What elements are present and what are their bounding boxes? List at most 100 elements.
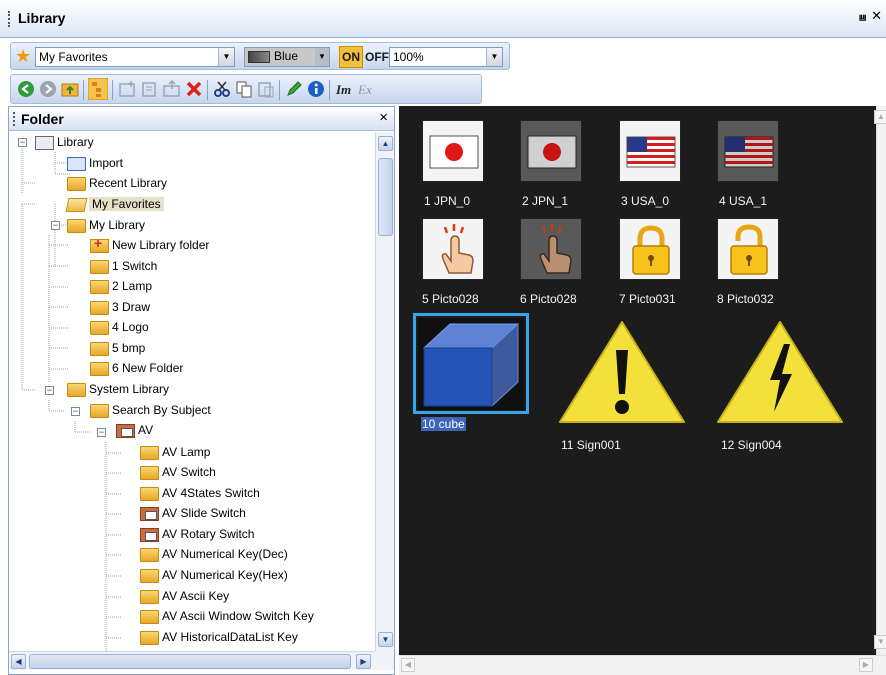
touch-hand-dark-icon [520,218,582,280]
close-icon[interactable]: × [379,109,388,126]
gallery-vertical-scrollbar[interactable]: ▲ ▼ [874,106,886,655]
folder-tree-toggle-icon[interactable] [88,78,108,100]
tree-item-av-lamp[interactable]: AV Lamp [140,442,210,462]
scroll-up-icon[interactable]: ▲ [378,136,393,151]
tree-item-av-rotary-switch[interactable]: AV Rotary Switch [140,524,254,544]
info-icon[interactable] [307,80,325,98]
close-icon[interactable]: ✕ [871,8,882,24]
folder-icon [140,630,159,645]
gallery-item[interactable]: 1 JPN_0 [422,120,502,216]
tree-item-av-historicaldatalist-key[interactable]: AV HistoricalDataList Key [140,627,298,647]
folder-horizontal-scrollbar[interactable]: ◀ ▶ [9,651,375,670]
back-icon[interactable] [17,80,35,98]
tree-item-3-draw[interactable]: 3 Draw [90,297,150,317]
forward-icon[interactable] [39,80,57,98]
favorites-star-icon: ★ [15,46,32,66]
zoom-select[interactable]: 100% ▼ [389,47,503,67]
tree-item-new-library-folder[interactable]: New Library folder [90,233,209,255]
tree-item-2-lamp[interactable]: 2 Lamp [90,276,152,296]
tree-item-av-ascii-window-switch-key[interactable]: AV Ascii Window Switch Key [140,606,314,626]
up-folder-icon[interactable] [61,80,79,98]
toolbar-separator [83,80,84,100]
color-select[interactable]: Blue ▼ [244,47,330,67]
tree-item-av-switch[interactable]: AV Switch [140,462,216,482]
scroll-right-icon[interactable]: ▶ [859,658,873,672]
gallery-item[interactable]: 5 Picto028 [422,218,502,314]
drag-grip[interactable] [13,112,15,126]
gallery-horizontal-scrollbar[interactable]: ◀ ▶ [399,655,886,675]
scroll-up-icon[interactable]: ▲ [874,110,886,124]
favorites-value: My Favorites [39,50,108,64]
library-actions-toolbar: Im Ex [10,74,482,104]
tree-item-import[interactable]: Import [67,153,123,173]
tree-item-library[interactable]: Library [35,132,94,152]
tree-item-av-numerical-key-hex[interactable]: AV Numerical Key(Hex) [140,565,288,585]
folder-icon [90,320,109,335]
scroll-down-icon[interactable]: ▼ [378,632,393,647]
copy-icon[interactable] [235,80,253,98]
tree-item-my-favorites[interactable]: My Favorites [65,194,164,214]
collapse-toggle[interactable]: − [51,221,60,230]
scroll-down-icon[interactable]: ▼ [874,635,886,649]
tree-item-av-numerical-key-dec[interactable]: AV Numerical Key(Dec) [140,544,288,564]
gallery-item[interactable]: 7 Picto031 [619,218,699,314]
edit-pencil-icon[interactable] [285,80,303,98]
tree-item-recent-library[interactable]: Recent Library [67,173,167,193]
scroll-right-icon[interactable]: ▶ [356,654,371,669]
gallery-item[interactable]: 4 USA_1 [717,120,797,216]
tree-item-search-by-subject[interactable]: Search By Subject [90,400,211,420]
chevron-down-icon[interactable]: ▼ [315,48,329,66]
folder-vertical-scrollbar[interactable]: ▲ ▼ [375,132,394,651]
cut-icon[interactable] [213,80,231,98]
drag-grip[interactable] [8,11,11,27]
gallery-item[interactable]: 3 USA_0 [619,120,699,216]
folder-pane-header: Folder × [9,107,394,131]
gallery-item-selected[interactable]: 10 cube [413,313,533,443]
new-folder-icon[interactable] [119,80,137,98]
off-state-button[interactable]: OFF [365,46,389,68]
import-library-icon[interactable]: Im [335,80,353,98]
gallery-item[interactable]: 12 Sign004 [714,318,854,468]
pin-icon[interactable]: ⩏ [859,10,866,25]
tree-item-av-slide-switch[interactable]: AV Slide Switch [140,503,246,523]
favorites-select[interactable]: My Favorites ▼ [35,47,235,67]
chevron-down-icon[interactable]: ▼ [486,48,502,66]
tree-item-system-library[interactable]: System Library [67,379,169,399]
tree-item-label: 5 bmp [112,341,146,355]
export-icon[interactable] [163,80,181,98]
gallery-item[interactable]: 6 Picto028 [520,218,600,314]
collapse-toggle[interactable]: − [18,138,27,147]
tree-item-5-bmp[interactable]: 5 bmp [90,338,145,358]
tree-item-6-new-folder[interactable]: 6 New Folder [90,358,183,378]
chevron-down-icon[interactable]: ▼ [218,48,234,66]
folder-icon [140,568,159,583]
collapse-toggle[interactable]: − [97,428,106,437]
tree-item-4-logo[interactable]: 4 Logo [90,317,149,337]
scroll-thumb[interactable] [378,158,393,236]
new-item-icon[interactable] [141,80,159,98]
delete-icon[interactable] [185,80,203,98]
on-state-button[interactable]: ON [339,46,363,68]
tree-item-1-switch[interactable]: 1 Switch [90,256,157,276]
tree-item-label: My Favorites [89,197,164,211]
scroll-left-icon[interactable]: ◀ [11,654,26,669]
collapse-toggle[interactable]: − [45,386,54,395]
scroll-thumb[interactable] [29,654,351,669]
paste-icon[interactable] [257,80,275,98]
collapse-toggle[interactable]: − [71,407,80,416]
tree-item-label: AV HistoricalDataList Key [162,630,298,644]
gallery-item[interactable]: 8 Picto032 [717,218,797,314]
tree-item-label: Import [89,156,124,170]
tree-item-av[interactable]: AV [116,420,153,440]
tree-item-label: 6 New Folder [112,361,184,375]
tree-item-av-ascii-key[interactable]: AV Ascii Key [140,586,229,606]
gallery-item[interactable]: 2 JPN_1 [520,120,600,216]
folder-tree: − − − − − Library Import Recent Library … [9,132,375,651]
export-library-icon[interactable]: Ex [357,80,375,98]
scroll-left-icon[interactable]: ◀ [401,658,415,672]
high-voltage-icon [717,321,843,423]
gallery-item[interactable]: 11 Sign001 [555,318,695,468]
tree-item-my-library[interactable]: My Library [67,215,145,235]
tree-item-av-4states-switch[interactable]: AV 4States Switch [140,483,260,503]
svg-text:Im: Im [335,82,351,97]
